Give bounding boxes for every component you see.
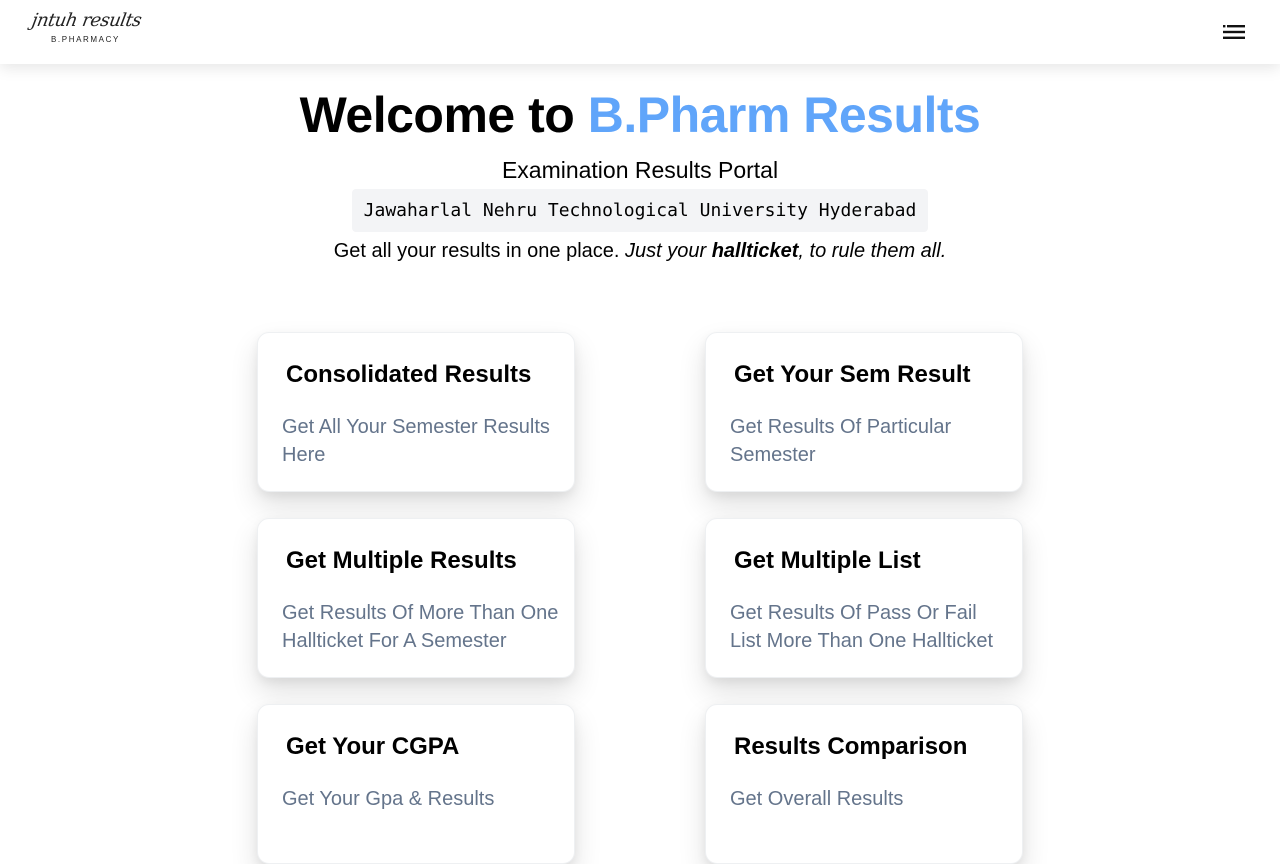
hamburger-menu-icon[interactable] — [1220, 20, 1248, 44]
card-results-comparison[interactable]: Results Comparison Get Overall Results — [705, 704, 1023, 864]
card-title: Get Multiple List — [734, 547, 921, 574]
card-sem-result[interactable]: Get Your Sem Result Get Results Of Parti… — [705, 332, 1023, 492]
card-multiple-list[interactable]: Get Multiple List Get Results Of Pass Or… — [705, 518, 1023, 678]
site-logo[interactable]: jntuh results B.PHARMACY — [30, 10, 143, 50]
card-title: Get Multiple Results — [286, 547, 517, 574]
card-title: Get Your CGPA — [286, 733, 460, 760]
card-title: Get Your Sem Result — [734, 361, 971, 388]
card-description: Get Results Of More Than One Hallticket … — [282, 602, 559, 652]
card-cgpa[interactable]: Get Your CGPA Get Your Gpa & Results — [257, 704, 575, 864]
card-description: Get Overall Results — [730, 788, 904, 810]
card-description: Get Your Gpa & Results — [282, 788, 495, 810]
top-navbar: jntuh results B.PHARMACY — [0, 0, 1280, 64]
logo-script-text: jntuh results — [30, 10, 143, 31]
card-title: Consolidated Results — [286, 361, 532, 388]
card-consolidated-results[interactable]: Consolidated Results Get All Your Semest… — [257, 332, 575, 492]
card-description: Get Results Of Particular Semester — [730, 416, 952, 466]
logo-subtitle: B.PHARMACY — [51, 35, 120, 44]
card-multiple-results[interactable]: Get Multiple Results Get Results Of More… — [257, 518, 575, 678]
card-title: Results Comparison — [734, 733, 968, 760]
feature-cards: Consolidated Results Get All Your Semest… — [0, 0, 1280, 864]
card-description: Get Results Of Pass Or Fail List More Th… — [730, 602, 994, 652]
card-description: Get All Your Semester Results Here — [282, 416, 550, 466]
